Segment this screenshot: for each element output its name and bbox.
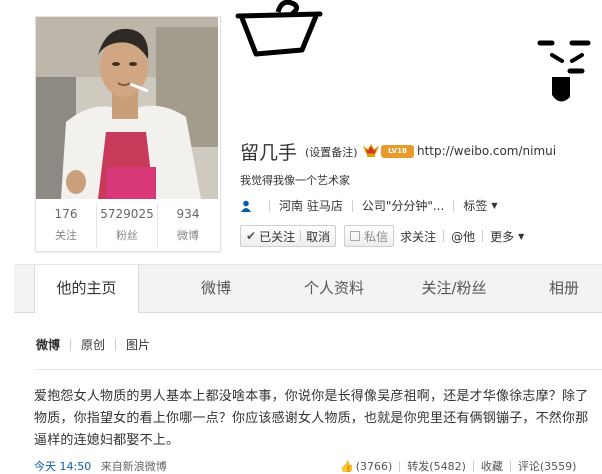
post-time[interactable]: 今天 14:50 bbox=[34, 460, 91, 473]
face-doodle-icon bbox=[530, 35, 600, 111]
cup-doodle-icon bbox=[230, 0, 330, 64]
follow-him-link[interactable]: 求关注 bbox=[400, 228, 436, 245]
set-remark-link[interactable]: (设置备注) bbox=[305, 144, 358, 160]
tags-link[interactable]: 标签 bbox=[463, 197, 487, 214]
checkmark-icon: ✔ bbox=[246, 229, 257, 243]
person-icon bbox=[241, 200, 251, 212]
profile-name: 留几手 bbox=[240, 142, 298, 164]
action-separator bbox=[482, 230, 484, 242]
chevron-down-icon[interactable]: ▼ bbox=[491, 201, 497, 210]
mention-link[interactable]: @他 bbox=[451, 228, 475, 245]
post-text: 爱抱怨女人物质的男人基本上都没啥本事，你说你是长得像吴彦祖啊，还是才华像徐志摩？… bbox=[34, 389, 589, 448]
button-divider bbox=[300, 230, 302, 242]
filter-separator bbox=[70, 338, 72, 351]
tab-profile-info[interactable]: 个人资料 bbox=[284, 265, 384, 312]
stat-posts-count: 934 bbox=[176, 207, 200, 221]
meta-separator bbox=[351, 199, 353, 212]
unfollow-button[interactable]: 取消 bbox=[306, 228, 330, 245]
avatar[interactable] bbox=[36, 17, 218, 199]
tab-album[interactable]: 相册 bbox=[524, 265, 602, 312]
filter-pictures[interactable]: 图片 bbox=[126, 336, 150, 353]
post-action-separator bbox=[472, 460, 474, 472]
tab-weibo[interactable]: 微博 bbox=[166, 265, 266, 312]
post-source[interactable]: 来自新浪微博 bbox=[101, 460, 167, 473]
post-action-separator bbox=[399, 460, 401, 472]
stat-followers-count: 5729025 bbox=[100, 207, 154, 221]
section-divider bbox=[36, 369, 602, 370]
envelope-icon bbox=[350, 231, 361, 241]
followed-button[interactable]: ✔ 已关注 取消 bbox=[240, 225, 337, 247]
chevron-down-icon[interactable]: ▼ bbox=[518, 232, 524, 241]
message-label: 私信 bbox=[364, 229, 389, 244]
thumbs-up-icon[interactable]: 👍 bbox=[340, 460, 354, 473]
level-badge[interactable]: LV18 bbox=[381, 145, 414, 158]
more-menu[interactable]: 更多 bbox=[490, 228, 514, 245]
profile-url-link[interactable]: http://weibo.com/nimui bbox=[417, 144, 556, 158]
action-separator bbox=[443, 230, 445, 242]
profile-stats: 176 关注 5729025 粉丝 934 微博 bbox=[36, 204, 218, 248]
like-count[interactable]: (3766) bbox=[356, 460, 393, 473]
meta-separator bbox=[453, 199, 455, 212]
stat-following-label: 关注 bbox=[55, 229, 77, 242]
crown-icon[interactable] bbox=[362, 143, 380, 162]
feed-filter: 微博 原创 图片 bbox=[36, 336, 150, 353]
stat-followers[interactable]: 5729025 粉丝 bbox=[97, 204, 158, 248]
meta-separator bbox=[269, 199, 270, 212]
stat-following[interactable]: 176 关注 bbox=[36, 204, 97, 248]
post-action-separator bbox=[509, 460, 511, 472]
filter-original[interactable]: 原创 bbox=[81, 336, 105, 353]
stat-posts-label: 微博 bbox=[177, 229, 199, 242]
action-row: ✔ 已关注 取消 私信 求关注 @他 更多 ▼ bbox=[240, 225, 524, 247]
filter-weibo[interactable]: 微博 bbox=[36, 336, 60, 353]
filter-separator bbox=[115, 338, 117, 351]
tab-follow-fans[interactable]: 关注/粉丝 bbox=[404, 265, 504, 312]
stat-followers-label: 粉丝 bbox=[116, 229, 138, 242]
stat-following-count: 176 bbox=[54, 207, 78, 221]
profile-company[interactable]: 公司"分分钟"... bbox=[362, 197, 444, 214]
profile-meta-row: 河南 驻马店 公司"分分钟"... 标签 ▼ bbox=[240, 197, 497, 214]
profile-tabs: 他的主页 微博 个人资料 关注/粉丝 相册 bbox=[14, 264, 602, 313]
message-button[interactable]: 私信 bbox=[344, 225, 395, 247]
stat-posts[interactable]: 934 微博 bbox=[158, 204, 218, 248]
profile-bio: 我觉得我像一个艺术家 bbox=[240, 174, 350, 187]
tab-home[interactable]: 他的主页 bbox=[34, 265, 139, 313]
profile-location[interactable]: 河南 驻马店 bbox=[279, 197, 343, 214]
followed-label: 已关注 bbox=[259, 229, 296, 244]
